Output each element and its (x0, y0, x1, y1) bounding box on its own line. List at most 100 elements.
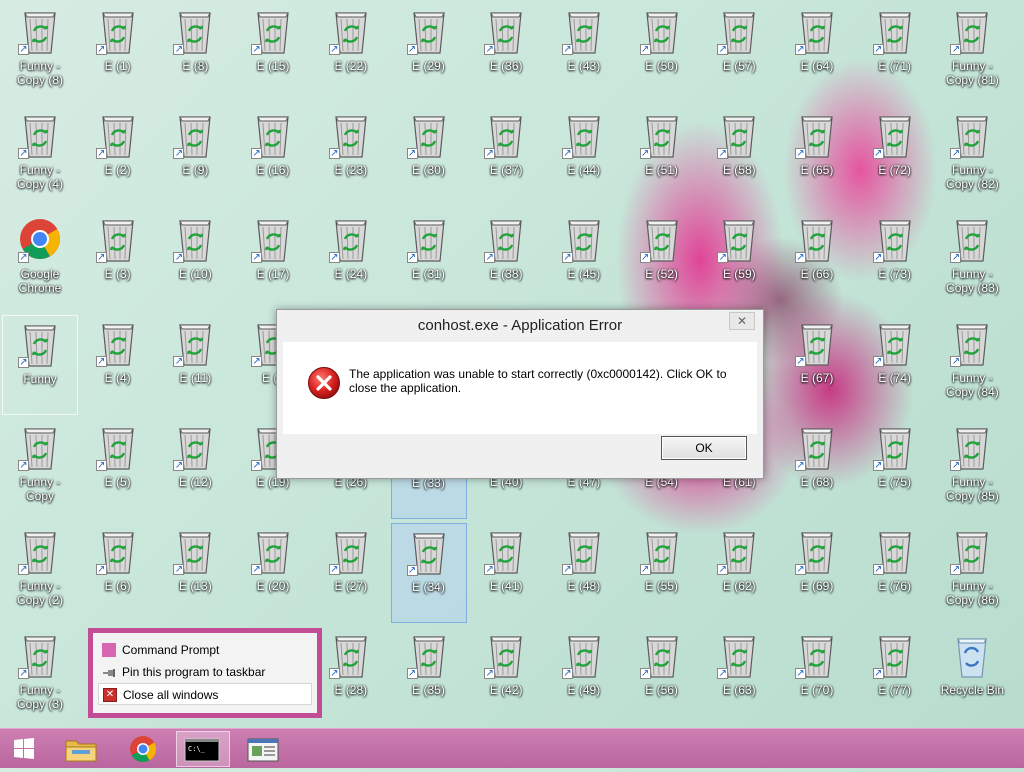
desktop-icon-e-31[interactable]: ↗ E (31) (391, 211, 467, 311)
desktop-icon-e-77[interactable]: ↗ E (77) (857, 627, 933, 727)
application-window-taskbar-button[interactable] (236, 731, 290, 767)
desktop-icon-e-38[interactable]: ↗ E (38) (468, 211, 544, 311)
shortcut-arrow-icon: ↗ (872, 668, 884, 679)
desktop-icon-e-76[interactable]: ↗ E (76) (857, 523, 933, 623)
desktop-icon-e-62[interactable]: ↗ E (62) (701, 523, 777, 623)
desktop-icon-e-12[interactable]: ↗ E (12) (157, 419, 233, 519)
desktop-icon-funny-copy[interactable]: ↗ Funny - Copy (2, 419, 78, 519)
desktop-icon-e-51[interactable]: ↗ E (51) (624, 107, 700, 207)
desktop-icon-e-10[interactable]: ↗ E (10) (157, 211, 233, 311)
desktop-icon-e-55[interactable]: ↗ E (55) (624, 523, 700, 623)
recycle-bin-shortcut-icon: ↗ (327, 215, 375, 265)
desktop-icon-e-71[interactable]: ↗ E (71) (857, 3, 933, 103)
desktop-icon-e-11[interactable]: ↗ E (11) (157, 315, 233, 415)
desktop-icon-label: E (49) (567, 683, 601, 697)
desktop-icon-funny-copy-82[interactable]: ↗ Funny - Copy (82) (934, 107, 1010, 207)
desktop-icon-e-74[interactable]: ↗ E (74) (857, 315, 933, 415)
command-prompt-taskbar-button[interactable]: C:\_ (176, 731, 230, 767)
desktop-icon-e-69[interactable]: ↗ E (69) (779, 523, 855, 623)
chrome-taskbar-button[interactable] (116, 731, 170, 767)
desktop-icon-e-41[interactable]: ↗ E (41) (468, 523, 544, 623)
desktop-icon-e-22[interactable]: ↗ E (22) (313, 3, 389, 103)
desktop-icon-e-8[interactable]: ↗ E (8) (157, 3, 233, 103)
desktop-icon-e-64[interactable]: ↗ E (64) (779, 3, 855, 103)
jump-list-command-prompt-label: Command Prompt (122, 643, 220, 657)
desktop-icon-funny[interactable]: ↗ Funny (2, 315, 78, 415)
desktop-icon-e-4[interactable]: ↗ E (4) (80, 315, 156, 415)
desktop-icon-e-17[interactable]: ↗ E (17) (235, 211, 311, 311)
desktop-icon-e-3[interactable]: ↗ E (3) (80, 211, 156, 311)
desktop-icon-e-13[interactable]: ↗ E (13) (157, 523, 233, 623)
desktop-icon-e-5[interactable]: ↗ E (5) (80, 419, 156, 519)
shortcut-arrow-icon: ↗ (717, 148, 729, 159)
jump-list-pin-to-taskbar[interactable]: Pin this program to taskbar (98, 661, 312, 683)
ok-button[interactable]: OK (661, 436, 747, 460)
desktop-icon-e-43[interactable]: ↗ E (43) (546, 3, 622, 103)
desktop-icon-e-37[interactable]: ↗ E (37) (468, 107, 544, 207)
desktop-icon-e-6[interactable]: ↗ E (6) (80, 523, 156, 623)
desktop-icon-funny-copy-83[interactable]: ↗ Funny - Copy (83) (934, 211, 1010, 311)
desktop-icon-e-63[interactable]: ↗ E (63) (701, 627, 777, 727)
desktop-icon-e-34[interactable]: ↗ E (34) (390, 523, 467, 623)
desktop-icon-e-73[interactable]: ↗ E (73) (857, 211, 933, 311)
desktop-icon-label: E (75) (878, 475, 912, 489)
dialog-title: conhost.exe - Application Error (417, 317, 623, 334)
desktop-icon-e-50[interactable]: ↗ E (50) (624, 3, 700, 103)
desktop-icon-e-75[interactable]: ↗ E (75) (857, 419, 933, 519)
desktop-icon-e-67[interactable]: ↗ E (67) (779, 315, 855, 415)
dialog-close-button[interactable]: ✕ (729, 312, 755, 330)
desktop-icon-e-70[interactable]: ↗ E (70) (779, 627, 855, 727)
desktop-icon-e-9[interactable]: ↗ E (9) (157, 107, 233, 207)
file-explorer-button[interactable] (58, 731, 104, 767)
desktop-icon-e-59[interactable]: ↗ E (59) (701, 211, 777, 311)
dialog-titlebar[interactable]: conhost.exe - Application Error ✕ (277, 310, 763, 342)
desktop-icon-label: Funny - Copy (81) (946, 59, 999, 87)
recycle-bin-shortcut-icon: ↗ (948, 423, 996, 473)
shortcut-arrow-icon: ↗ (18, 564, 29, 575)
desktop-icon-e-29[interactable]: ↗ E (29) (391, 3, 467, 103)
start-button[interactable] (4, 731, 44, 767)
desktop-icon-funny-copy-84[interactable]: ↗ Funny - Copy (84) (934, 315, 1010, 415)
desktop-icon-e-1[interactable]: ↗ E (1) (80, 3, 156, 103)
desktop-icon-e-49[interactable]: ↗ E (49) (546, 627, 622, 727)
desktop-icon-e-27[interactable]: ↗ E (27) (313, 523, 389, 623)
jump-list-command-prompt[interactable]: Command Prompt (98, 639, 312, 661)
desktop-icon-funny-copy-3[interactable]: ↗ Funny - Copy (3) (2, 627, 78, 727)
desktop-icon-e-44[interactable]: ↗ E (44) (546, 107, 622, 207)
desktop-icon-e-16[interactable]: ↗ E (16) (235, 107, 311, 207)
desktop-icon-e-28[interactable]: ↗ E (28) (313, 627, 389, 727)
desktop-icon-e-72[interactable]: ↗ E (72) (857, 107, 933, 207)
desktop-icon-funny-copy-4[interactable]: ↗ Funny - Copy (4) (2, 107, 78, 207)
desktop-icon-e-66[interactable]: ↗ E (66) (779, 211, 855, 311)
desktop-icon-e-36[interactable]: ↗ E (36) (468, 3, 544, 103)
desktop-icon-e-23[interactable]: ↗ E (23) (313, 107, 389, 207)
shortcut-arrow-icon: ↗ (561, 44, 573, 55)
desktop-icon-label: E (31) (412, 267, 445, 281)
desktop-icon-e-56[interactable]: ↗ E (56) (624, 627, 700, 727)
desktop-icon-funny-copy-8[interactable]: ↗ Funny - Copy (8) (2, 3, 78, 103)
desktop-icon-funny-copy-81[interactable]: ↗ Funny - Copy (81) (934, 3, 1010, 103)
desktop-icon-e-2[interactable]: ↗ E (2) (80, 107, 156, 207)
desktop-icon-e-65[interactable]: ↗ E (65) (779, 107, 855, 207)
desktop-icon-funny-copy-2[interactable]: ↗ Funny - Copy (2) (2, 523, 78, 623)
desktop-icon-e-58[interactable]: ↗ E (58) (701, 107, 777, 207)
desktop-icon-e-20[interactable]: ↗ E (20) (235, 523, 311, 623)
desktop-icon-e-15[interactable]: ↗ E (15) (235, 3, 311, 103)
jump-list-close-all-windows[interactable]: ✕ Close all windows (98, 683, 312, 705)
desktop-icon-label: E (15) (256, 59, 290, 73)
desktop-icon-e-57[interactable]: ↗ E (57) (701, 3, 777, 103)
desktop-icon-e-35[interactable]: ↗ E (35) (391, 627, 467, 727)
desktop-icon-recycle-bin[interactable]: Recycle Bin (934, 627, 1010, 727)
desktop-icon-e-52[interactable]: ↗ E (52) (624, 211, 700, 311)
desktop-icon-funny-copy-85[interactable]: ↗ Funny - Copy (85) (934, 419, 1010, 519)
recycle-bin-shortcut-icon: ↗ (327, 111, 375, 161)
desktop-icon-e-30[interactable]: ↗ E (30) (391, 107, 467, 207)
desktop-icon-e-24[interactable]: ↗ E (24) (313, 211, 389, 311)
desktop-icon-e-45[interactable]: ↗ E (45) (546, 211, 622, 311)
desktop-icon-funny-copy-86[interactable]: ↗ Funny - Copy (86) (934, 523, 1010, 623)
desktop-icon-e-68[interactable]: ↗ E (68) (779, 419, 855, 519)
desktop-icon-e-42[interactable]: ↗ E (42) (468, 627, 544, 727)
desktop-icon-google-chrome[interactable]: ↗ Google Chrome (2, 211, 78, 311)
recycle-bin-shortcut-icon: ↗ (249, 7, 297, 57)
desktop-icon-e-48[interactable]: ↗ E (48) (546, 523, 622, 623)
